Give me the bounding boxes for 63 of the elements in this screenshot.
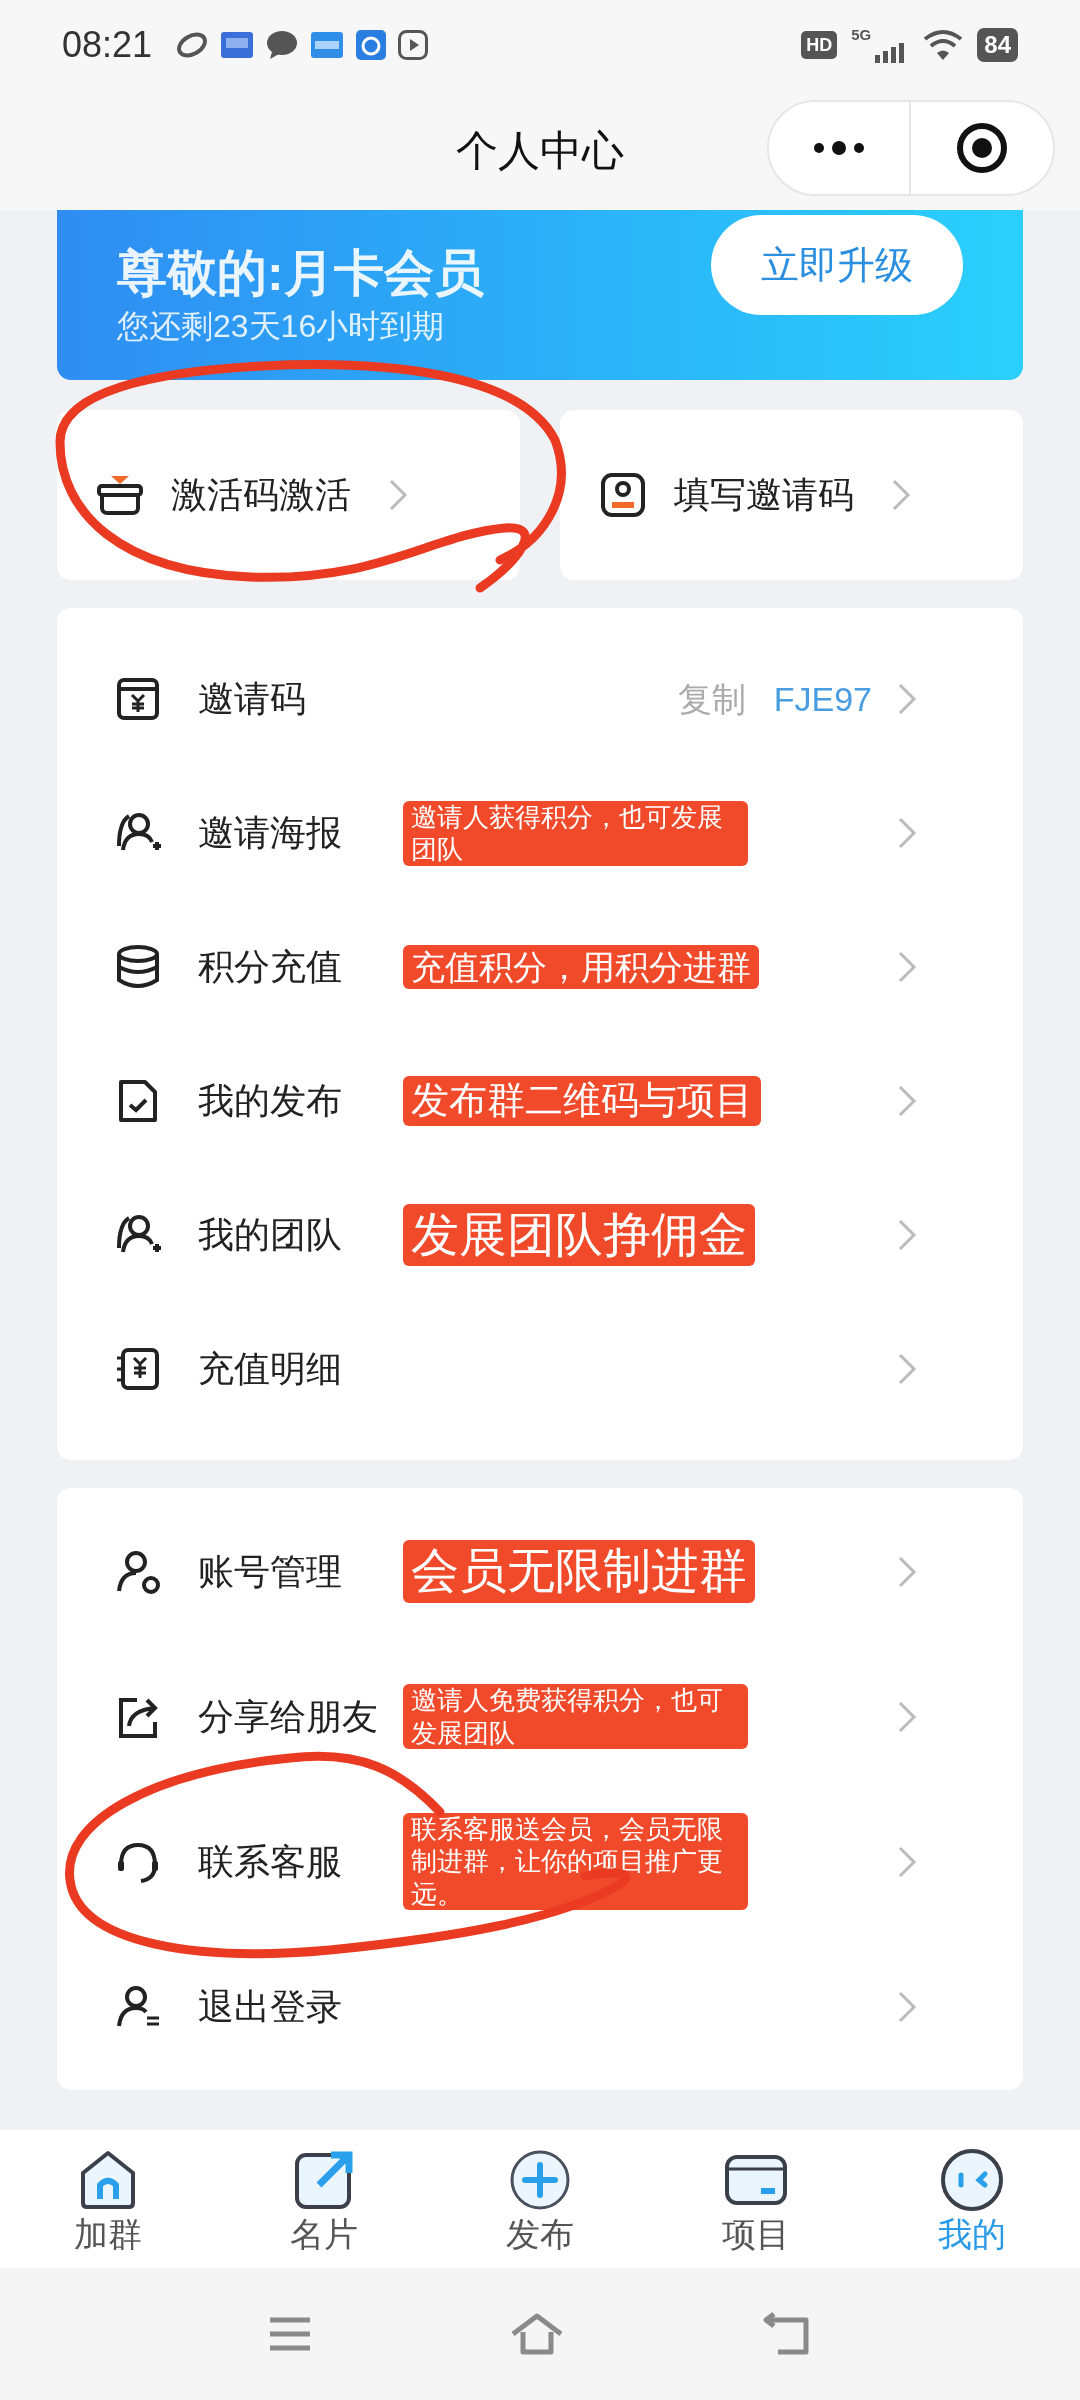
wifi-icon: [923, 29, 964, 61]
quick-action-card[interactable]: 填写邀请码: [560, 410, 1023, 580]
battery-indicator: 84: [977, 28, 1018, 62]
menu-item-label: 分享给朋友: [198, 1694, 379, 1739]
expiry-text: 您还剩23天16小时到期: [117, 310, 446, 342]
menu-item-label: 积分充值: [198, 945, 343, 989]
database-icon: [115, 944, 161, 990]
invite-code: FJE97: [773, 678, 872, 720]
app-icon: [220, 30, 255, 60]
chevron-icon: [387, 477, 409, 513]
chevron-icon: [896, 681, 918, 717]
receipt-icon: [115, 676, 161, 722]
annotation-label: 邀请人免费获得积分，也可发展团队: [403, 1684, 748, 1749]
menu-item[interactable]: 充值明细: [57, 1302, 1023, 1436]
receipt-icon: [115, 1346, 161, 1392]
chevron-icon: [896, 949, 918, 985]
menu-item[interactable]: 我的发布 发布群二维码与项目: [57, 1034, 1023, 1168]
menu-item[interactable]: 邀请码 复制 FJE97: [57, 632, 1023, 766]
chevron-icon: [896, 1217, 918, 1253]
chevron-icon: [896, 815, 918, 851]
chevron-icon: [896, 1083, 918, 1119]
tab-item[interactable]: 发布: [432, 2147, 648, 2251]
quick-action-card[interactable]: 激活码激活: [57, 410, 520, 580]
menu-item-label: 退出登录: [198, 1984, 343, 2029]
app-icon: [310, 30, 345, 60]
annotation-label: 发展团队挣佣金: [403, 1203, 755, 1267]
menu-item[interactable]: 积分充值 充值积分，用积分进群: [57, 900, 1023, 1034]
tab-item[interactable]: 加群: [0, 2147, 216, 2251]
menu-item[interactable]: 账号管理 会员无限制进群: [57, 1499, 1023, 1644]
chevron-icon: [896, 1351, 918, 1387]
chevron-icon: [890, 477, 912, 513]
menu-item-label: 邀请码: [198, 677, 307, 721]
menu-item[interactable]: 邀请海报 邀请人获得积分，也可发展团队: [57, 766, 1023, 900]
menu-item[interactable]: 分享给朋友 邀请人免费获得积分，也可发展团队: [57, 1644, 1023, 1789]
annotation-label: 发布群二维码与项目: [403, 1076, 761, 1126]
menu-item-label: 联系客服: [198, 1839, 343, 1884]
page-title: 个人中心: [456, 125, 624, 176]
play-icon: [398, 30, 429, 60]
status-time: 08:21: [62, 23, 153, 67]
back-icon[interactable]: [761, 2312, 812, 2356]
member-title: 尊敬的:月卡会员: [117, 248, 484, 298]
chat-icon: [266, 30, 299, 60]
more-icon[interactable]: [811, 140, 867, 156]
menu-item-label: 我的发布: [198, 1079, 343, 1123]
annotation-label: 充值积分，用积分进群: [403, 944, 759, 990]
menu-item[interactable]: 我的团队 发展团队挣佣金: [57, 1168, 1023, 1302]
tab-item[interactable]: 名片: [216, 2147, 432, 2251]
menu-item-label: 我的团队: [198, 1213, 343, 1257]
menu-item-label: 邀请海报: [198, 811, 343, 855]
menu-item-label: 账号管理: [198, 1549, 343, 1594]
tab-item[interactable]: 项目: [648, 2147, 864, 2251]
hd-badge: HD: [801, 31, 838, 59]
face-icon: [939, 2147, 1005, 2213]
annotation-label: 邀请人获得积分，也可发展团队: [403, 800, 748, 866]
quick-action-label: 填写邀请码: [674, 473, 854, 517]
home-icon[interactable]: [509, 2312, 565, 2356]
quick-action-label: 激活码激活: [171, 473, 351, 517]
annotation-label: 会员无限制进群: [403, 1540, 755, 1603]
badge-icon: [600, 472, 646, 518]
menu-item[interactable]: 退出登录: [57, 1934, 1023, 2079]
menu-item-label: 充值明细: [198, 1347, 343, 1391]
network-label: 5G: [851, 27, 872, 42]
user-settings-icon: [115, 1548, 161, 1595]
